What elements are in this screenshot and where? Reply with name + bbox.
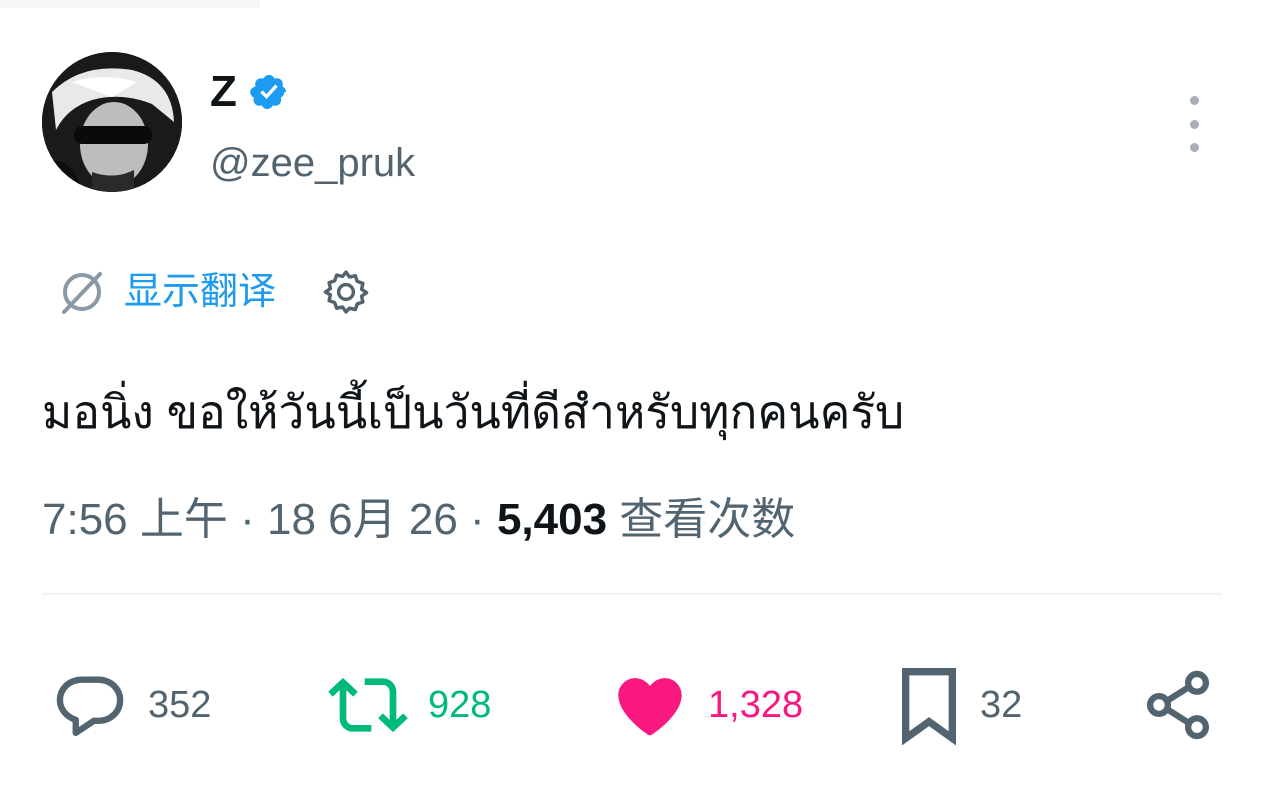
repost-button[interactable]: 928	[328, 660, 491, 750]
bookmark-icon	[898, 665, 960, 745]
like-count: 1,328	[708, 683, 804, 726]
tweet-meta: 7:56 上午 · 18 6月 26 · 5,403 查看次数	[42, 488, 795, 552]
reply-count: 352	[148, 683, 212, 726]
meta-separator: ·	[470, 495, 485, 544]
display-name[interactable]: Z	[210, 62, 237, 122]
author-name-row[interactable]: Z	[210, 62, 289, 122]
show-translation-link[interactable]: 显示翻译	[124, 266, 276, 318]
share-button[interactable]	[1140, 660, 1216, 750]
tweet-date[interactable]: 18 6月 26	[267, 495, 458, 544]
reply-button[interactable]: 352	[52, 660, 211, 750]
action-bar: 352 928 1,328 32	[0, 660, 1264, 750]
views-label[interactable]: 查看次数	[619, 495, 795, 544]
settings-gear-icon[interactable]	[320, 266, 372, 318]
repost-count: 928	[428, 683, 492, 726]
like-button[interactable]: 1,328	[612, 660, 803, 750]
translate-icon	[56, 266, 108, 318]
verified-badge-icon	[249, 72, 289, 112]
like-heart-icon	[612, 667, 688, 743]
bookmark-count: 32	[980, 683, 1023, 726]
divider	[42, 593, 1222, 595]
bookmark-button[interactable]: 32	[898, 660, 1022, 750]
more-options-icon[interactable]	[1176, 96, 1212, 152]
top-edge	[0, 0, 260, 8]
repost-icon	[328, 665, 408, 745]
share-icon	[1140, 667, 1216, 743]
tweet-text: มอนิ่ง ขอให้วันนี้เป็นวันที่ดีสำหรับทุกค…	[42, 386, 905, 438]
meta-separator: ·	[240, 495, 255, 544]
tweet-time[interactable]: 7:56 上午	[42, 495, 228, 544]
reply-icon	[52, 667, 128, 743]
avatar[interactable]	[42, 52, 182, 192]
translate-row: 显示翻译	[56, 262, 372, 322]
views-count[interactable]: 5,403	[497, 495, 607, 544]
handle[interactable]: @zee_pruk	[210, 138, 415, 188]
